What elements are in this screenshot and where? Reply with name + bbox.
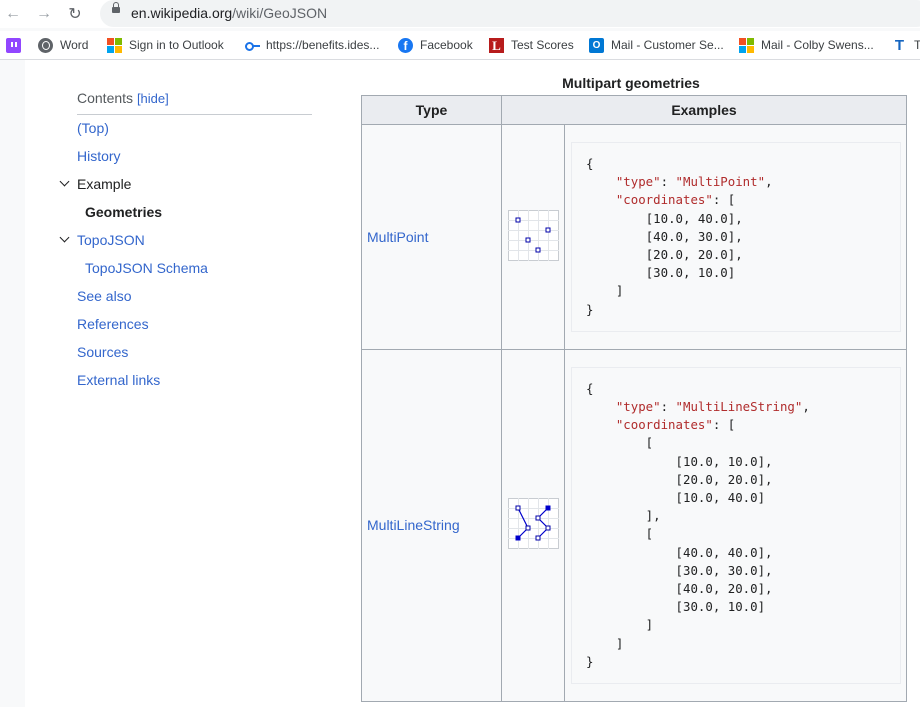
multilinestring-link[interactable]: MultiLineString (367, 517, 460, 533)
reload-button[interactable]: ↻ (64, 3, 86, 25)
header-examples: Examples (501, 95, 907, 125)
reload-icon: ↻ (68, 6, 82, 23)
toc-title: Contents (77, 90, 134, 106)
code-line: [30.0, 10.0] (645, 265, 736, 281)
page-margin (0, 60, 25, 707)
facebook-icon: f (398, 37, 413, 53)
bookmark-outlook-signin[interactable]: Sign in to Outlook (107, 31, 224, 59)
toc-item-history[interactable]: History (77, 148, 121, 164)
bookmark-facebook[interactable]: f Facebook (398, 31, 473, 59)
code-value: "MultiPoint" (675, 174, 766, 190)
toc-item-see-also[interactable]: See also (77, 288, 131, 304)
browser-toolbar: ← → ↻ en.wikipedia.org/wiki/GeoJSON (0, 0, 920, 28)
globe-icon (38, 37, 53, 53)
bookmark-mail-customer[interactable]: O Mail - Customer Se... (589, 31, 724, 59)
toc-item-example[interactable]: Example (59, 176, 132, 192)
multipoint-diagram-icon[interactable] (507, 209, 559, 261)
twitch-icon (6, 37, 21, 53)
bookmark-test-scores[interactable]: L Test Scores (489, 31, 574, 59)
multipoint-link[interactable]: MultiPoint (367, 229, 428, 245)
type-cell: MultiPoint (361, 124, 502, 350)
toc-item-label: Example (77, 176, 132, 192)
table-caption: Multipart geometries (562, 75, 700, 91)
t-icon: T (894, 36, 905, 54)
toc-item-topojson-schema[interactable]: TopoJSON Schema (85, 260, 208, 276)
arrow-right-icon: → (36, 5, 52, 22)
url-text: en.wikipedia.org/wiki/GeoJSON (131, 5, 327, 21)
bookmark-word[interactable]: Word (38, 31, 88, 59)
bookmark-label: Word (60, 38, 89, 52)
chevron-down-icon[interactable] (59, 232, 70, 243)
microsoft-icon (107, 37, 122, 53)
code-line: [40.0, 20.0], (675, 581, 773, 597)
browser-window: ← → ↻ en.wikipedia.org/wiki/GeoJSON Word… (0, 0, 920, 707)
bookmark-label: TC (914, 38, 920, 52)
table-row: MultiPoint { "type": "MultiPoint", "coor… (361, 124, 907, 350)
bookmark-label: Mail - Customer Se... (611, 38, 724, 52)
bookmark-tc[interactable]: T TC (892, 31, 920, 59)
chevron-down-icon[interactable] (59, 176, 70, 187)
example-cell: { "type": "MultiPoint", "coordinates": [… (564, 124, 907, 350)
forward-button[interactable]: → (33, 3, 55, 25)
toc-item-label: TopoJSON (77, 232, 145, 248)
multipart-geometries-table: Type Examples MultiPoint {"type": "Mult… (361, 95, 907, 703)
url-path: /wiki/GeoJSON (232, 5, 328, 21)
microsoft-icon (739, 37, 754, 53)
bookmark-label: https://benefits.ides... (266, 38, 380, 52)
code-key: "coordinates" (615, 192, 713, 208)
code-line: [20.0, 20.0], (645, 247, 743, 263)
bookmark-label: Mail - Colby Swens... (761, 38, 874, 52)
bookmark-benefits[interactable]: https://benefits.ides... (245, 31, 379, 59)
library-icon: L (489, 37, 504, 53)
back-button[interactable]: ← (2, 3, 24, 25)
arrow-left-icon: ← (5, 5, 21, 22)
toc-item-top[interactable]: (Top) (77, 120, 109, 136)
code-block-multilinestring: { "type": "MultiLineString", "coordinate… (571, 366, 901, 685)
code-line: [10.0, 10.0], (675, 453, 773, 469)
header-type: Type (361, 95, 502, 125)
code-line: [40.0, 40.0], (675, 544, 773, 560)
code-block-multipoint: { "type": "MultiPoint", "coordinates": [… (571, 142, 901, 332)
bookmarks-bar: Word Sign in to Outlook https://benefits… (0, 31, 920, 60)
toc-hide-link[interactable]: [hide] (137, 91, 169, 106)
url-host: en.wikipedia.org (131, 5, 233, 21)
toc-header: Contents [hide] (77, 90, 312, 115)
multilinestring-diagram-icon[interactable] (507, 498, 559, 550)
code-key: "type" (615, 399, 661, 415)
code-value: "MultiLineString" (675, 399, 803, 415)
toc-item-references[interactable]: References (77, 316, 149, 332)
code-line: [10.0, 40.0] (675, 490, 766, 506)
bookmark-mail-colby[interactable]: Mail - Colby Swens... (739, 31, 874, 59)
key-icon (245, 38, 260, 53)
outlook-icon: O (589, 37, 604, 53)
toc-item-sources[interactable]: Sources (77, 344, 128, 360)
code-line: [20.0, 20.0], (675, 471, 773, 487)
icon-cell (501, 124, 565, 350)
type-cell: MultiLineString (361, 348, 502, 703)
bookmark-label: Sign in to Outlook (129, 38, 224, 52)
article-content: Contents [hide] (Top) History Example Ge… (25, 60, 920, 707)
code-line: [40.0, 30.0], (645, 228, 743, 244)
bookmark-twitch[interactable] (6, 31, 28, 59)
code-line: [30.0, 30.0], (675, 562, 773, 578)
toc-item-topojson[interactable]: TopoJSON (59, 232, 145, 248)
code-line: [10.0, 40.0], (645, 210, 743, 226)
bookmark-label: Test Scores (511, 38, 574, 52)
code-key: "type" (615, 174, 661, 190)
icon-cell (501, 348, 565, 703)
code-key: "coordinates" (615, 417, 713, 433)
lock-icon (112, 2, 120, 13)
toc-item-geometries[interactable]: Geometries (85, 204, 162, 220)
bookmark-label: Facebook (420, 38, 473, 52)
code-line: [30.0, 10.0] (675, 599, 766, 615)
address-bar[interactable]: en.wikipedia.org/wiki/GeoJSON (100, 0, 920, 27)
example-cell: { "type": "MultiLineString", "coordinate… (564, 348, 907, 703)
table-header-row: Type Examples (361, 95, 907, 125)
toc-item-external-links[interactable]: External links (77, 372, 160, 388)
table-row: MultiLineString {"type": "MultiLineStri… (361, 348, 907, 703)
